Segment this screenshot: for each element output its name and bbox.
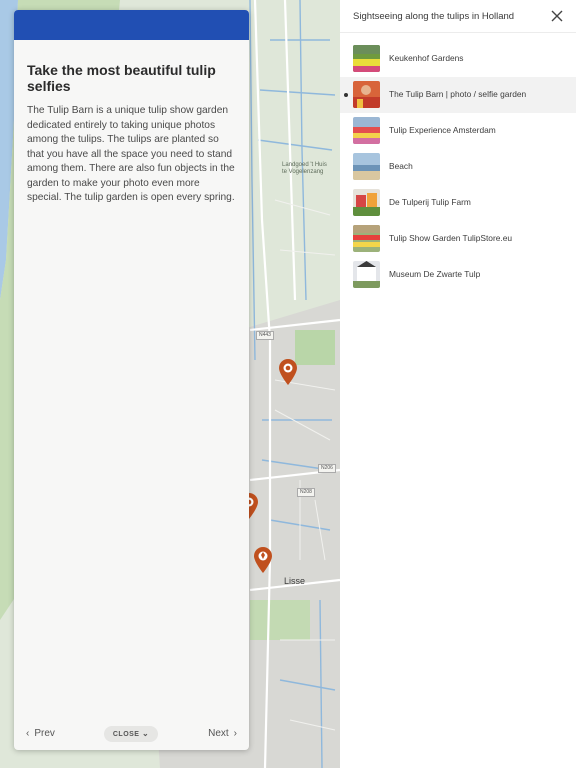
close-button[interactable]: CLOSE ⌄ (104, 726, 158, 742)
keukenhof-thumbnail-icon (353, 45, 380, 72)
active-indicator-icon (344, 93, 348, 97)
prev-label: Prev (34, 728, 55, 739)
sidebar-item-tulipstore[interactable]: Tulip Show Garden TulipStore.eu (340, 221, 576, 257)
sidebar-item-label: Keukenhof Gardens (389, 53, 464, 63)
sidebar-header: Sightseeing along the tulips in Holland (340, 0, 576, 33)
sidebar-item-beach[interactable]: Beach (340, 149, 576, 185)
sidebar-item-zwarte-tulp[interactable]: Museum De Zwarte Tulp (340, 257, 576, 293)
sidebar-item-tulperij[interactable]: De Tulperij Tulip Farm (340, 185, 576, 221)
zwarte-tulp-thumbnail-icon (353, 261, 380, 288)
sidebar-item-label: Beach (389, 161, 413, 171)
sidebar-item-label: Museum De Zwarte Tulp (389, 269, 481, 279)
tulperij-thumbnail-icon (353, 189, 380, 216)
map-label-lisse: Lisse (284, 576, 306, 586)
sidebar-item-label: The Tulip Barn | photo / selfie garden (389, 89, 527, 99)
map-label-landgoed: Landgoed 't Huis te Vogelenzang (282, 162, 327, 175)
prev-button[interactable]: ‹ Prev (26, 728, 55, 739)
tulip-barn-thumbnail-icon (353, 81, 380, 108)
info-panel-header-bar (14, 10, 249, 40)
sidebar-title: Sightseeing along the tulips in Holland (353, 11, 515, 22)
close-icon[interactable] (550, 9, 564, 23)
info-title: Take the most beautiful tulip selfies (27, 62, 216, 94)
next-button[interactable]: Next › (208, 728, 237, 739)
road-shield-n208: N208 (297, 488, 315, 497)
sidebar: Sightseeing along the tulips in Holland … (340, 0, 576, 768)
next-label: Next (208, 728, 229, 739)
info-panel: Take the most beautiful tulip selfies Th… (14, 10, 249, 750)
beach-thumbnail-icon (353, 153, 380, 180)
road-shield-n443: N443 (256, 331, 274, 340)
sidebar-item-label: De Tulperij Tulip Farm (389, 197, 471, 207)
close-label: CLOSE (112, 731, 140, 738)
sidebar-item-tulip-barn[interactable]: The Tulip Barn | photo / selfie garden (340, 77, 576, 113)
sidebar-item-label: Tulip Show Garden TulipStore.eu (389, 233, 513, 243)
sidebar-item-tulip-experience[interactable]: Tulip Experience Amsterdam (340, 113, 576, 149)
chevron-down-icon: ⌄ (141, 729, 150, 738)
map-marker-icon[interactable] (277, 358, 299, 386)
chevron-right-icon: › (233, 728, 237, 739)
chevron-left-icon: ‹ (26, 728, 30, 739)
map-marker-icon[interactable] (252, 546, 274, 574)
info-panel-footer: ‹ Prev CLOSE ⌄ Next › (14, 726, 249, 742)
sidebar-item-label: Tulip Experience Amsterdam (389, 125, 496, 135)
tulipstore-thumbnail-icon (353, 225, 380, 252)
sidebar-item-keukenhof[interactable]: Keukenhof Gardens (340, 41, 576, 77)
sidebar-list: Keukenhof Gardens The Tulip Barn | photo… (340, 33, 576, 293)
info-description: The Tulip Barn is a unique tulip show ga… (27, 105, 235, 203)
road-shield-n206: N206 (318, 464, 336, 473)
tulip-experience-thumbnail-icon (353, 117, 380, 144)
